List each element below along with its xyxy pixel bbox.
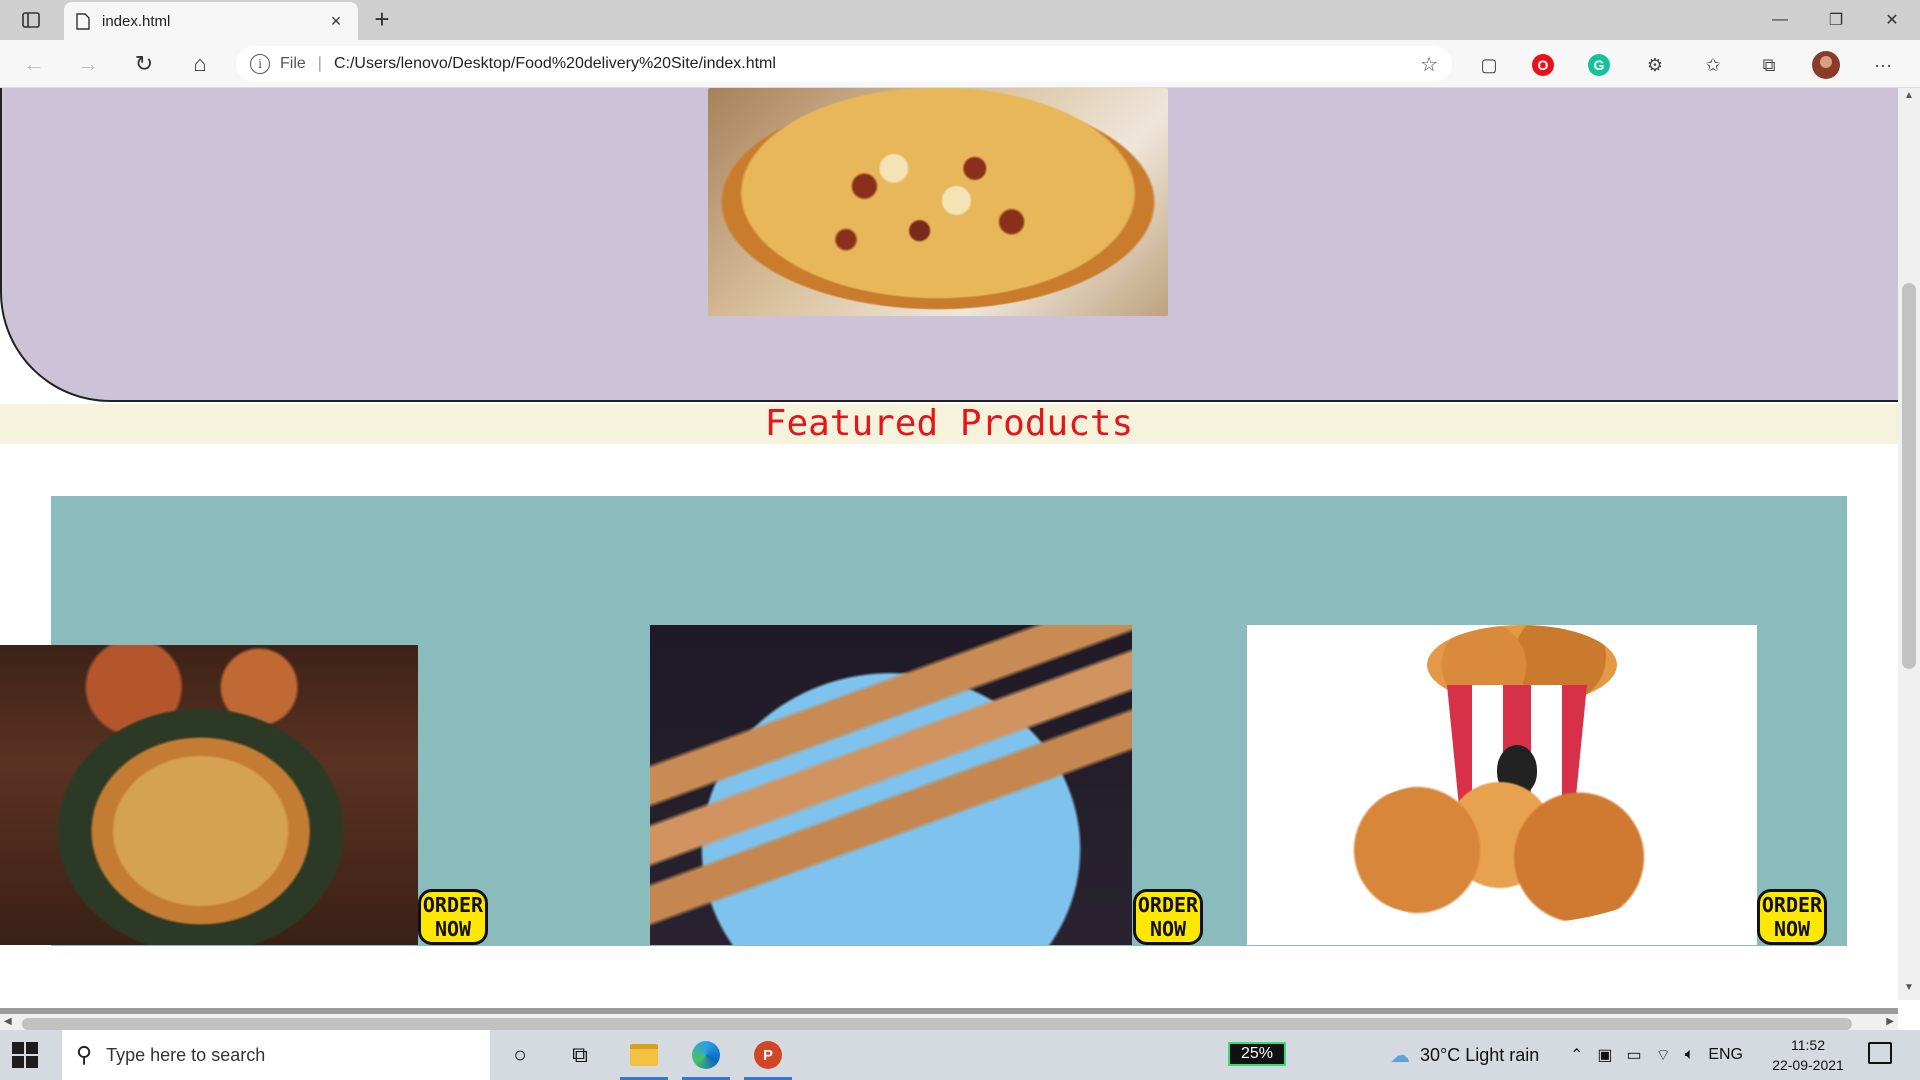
restore-button[interactable]: ❐ bbox=[1808, 0, 1864, 40]
kathi-roll-image bbox=[650, 625, 1132, 945]
taskbar-search[interactable]: ⚲ Type here to search bbox=[62, 1030, 490, 1080]
vertical-scrollbar[interactable]: ▲ ▼ bbox=[1898, 88, 1920, 1000]
new-tab-button[interactable]: + bbox=[368, 6, 396, 34]
battery-indicator[interactable]: 25% bbox=[1228, 1042, 1286, 1066]
scroll-down-icon[interactable]: ▼ bbox=[1898, 982, 1920, 1000]
url-text[interactable]: C:/Users/lenovo/Desktop/Food%20delivery%… bbox=[334, 55, 1420, 73]
battery-icon[interactable]: ▭ bbox=[1627, 1045, 1642, 1065]
scheme-label: File bbox=[280, 55, 306, 72]
close-window-button[interactable]: ✕ bbox=[1864, 0, 1920, 40]
featured-title: Featured Products bbox=[764, 403, 1134, 444]
order-now-button-roll[interactable]: ORDER NOW bbox=[1133, 889, 1203, 945]
collections-icon[interactable]: ⧉ bbox=[1756, 52, 1782, 78]
notification-icon[interactable] bbox=[1868, 1042, 1892, 1064]
page-icon bbox=[76, 12, 90, 30]
taskbar: ⚲ Type here to search ○ ⧉ P 25% ☁ 30°C L… bbox=[0, 1030, 1920, 1080]
windows-start-icon[interactable] bbox=[12, 1042, 38, 1068]
back-icon[interactable]: ← bbox=[18, 49, 50, 79]
clock-time: 11:52 bbox=[1791, 1037, 1825, 1053]
clock[interactable]: 11:52 22-09-2021 bbox=[1766, 1035, 1850, 1075]
favorites-icon[interactable]: ✩ bbox=[1700, 52, 1726, 78]
tab-title: index.html bbox=[102, 12, 171, 30]
biryani-image bbox=[0, 645, 418, 945]
window-controls: — ❐ ✕ bbox=[1752, 0, 1920, 40]
browser-tab[interactable]: index.html × bbox=[64, 2, 358, 40]
tab-actions-icon[interactable] bbox=[14, 8, 48, 32]
wifi-icon[interactable]: ⌔ bbox=[1656, 1045, 1671, 1065]
tab-strip: index.html × + — ❐ ✕ bbox=[0, 0, 1920, 40]
order-now-button-chicken[interactable]: ORDER NOW bbox=[1757, 889, 1827, 945]
profile-avatar[interactable] bbox=[1812, 51, 1840, 79]
powerpoint-icon[interactable]: P bbox=[744, 1035, 792, 1080]
system-tray: ⌃ ▣ ▭ ⌔ 🔈︎ ENG bbox=[1570, 1030, 1743, 1080]
home-icon[interactable]: ⌂ bbox=[184, 49, 216, 79]
chevron-up-icon[interactable]: ⌃ bbox=[1570, 1045, 1583, 1065]
grammarly-extension-icon[interactable]: G bbox=[1588, 54, 1610, 76]
volume-icon[interactable]: 🔈︎ bbox=[1685, 1046, 1695, 1064]
extensions-icon[interactable]: ⚙ bbox=[1642, 52, 1668, 78]
search-icon: ⚲ bbox=[76, 1042, 93, 1067]
chicken-pile-shape bbox=[1327, 775, 1687, 925]
browser-toolbar: ← → ↻ ⌂ i File | C:/Users/lenovo/Desktop… bbox=[0, 40, 1920, 88]
weather-text: 30°C Light rain bbox=[1420, 1044, 1540, 1065]
immersive-reader-icon[interactable]: ▢ bbox=[1476, 52, 1502, 78]
edge-icon[interactable] bbox=[682, 1035, 730, 1080]
close-tab-icon[interactable]: × bbox=[326, 11, 346, 32]
forward-icon[interactable]: → bbox=[72, 49, 104, 79]
weather-widget[interactable]: ☁ 30°C Light rain bbox=[1390, 1030, 1539, 1080]
vertical-scroll-thumb[interactable] bbox=[1902, 283, 1916, 669]
address-bar[interactable]: i File | C:/Users/lenovo/Desktop/Food%20… bbox=[236, 46, 1452, 82]
info-icon[interactable]: i bbox=[250, 54, 270, 74]
scroll-right-icon[interactable]: ▶ bbox=[1886, 1016, 1894, 1027]
fried-chicken-image bbox=[1247, 625, 1757, 945]
opera-extension-icon[interactable]: O bbox=[1532, 54, 1554, 76]
refresh-icon[interactable]: ↻ bbox=[128, 49, 160, 79]
search-placeholder: Type here to search bbox=[106, 1044, 266, 1065]
more-icon[interactable]: ··· bbox=[1870, 52, 1896, 78]
horizontal-scrollbar[interactable]: ◀ ▶ bbox=[0, 1008, 1898, 1030]
horizontal-scroll-thumb[interactable] bbox=[22, 1018, 1852, 1030]
cloud-rain-icon: ☁ bbox=[1390, 1044, 1410, 1067]
hero-section bbox=[0, 88, 1898, 402]
file-explorer-icon[interactable] bbox=[620, 1035, 668, 1080]
scroll-left-icon[interactable]: ◀ bbox=[4, 1016, 12, 1027]
cortana-icon[interactable]: ○ bbox=[496, 1035, 544, 1075]
meet-now-icon[interactable]: ▣ bbox=[1597, 1045, 1612, 1065]
clock-date: 22-09-2021 bbox=[1772, 1057, 1844, 1073]
minimize-button[interactable]: — bbox=[1752, 0, 1808, 40]
favorite-add-icon[interactable]: ☆ bbox=[1420, 52, 1438, 77]
task-view-icon[interactable]: ⧉ bbox=[556, 1035, 604, 1075]
address-separator: | bbox=[317, 55, 322, 72]
language-indicator[interactable]: ENG bbox=[1708, 1046, 1743, 1064]
featured-header: Featured Products bbox=[0, 404, 1898, 444]
pizza-image bbox=[708, 88, 1168, 316]
order-now-button-biryani[interactable]: ORDER NOW bbox=[418, 889, 488, 945]
scroll-up-icon[interactable]: ▲ bbox=[1898, 90, 1920, 108]
